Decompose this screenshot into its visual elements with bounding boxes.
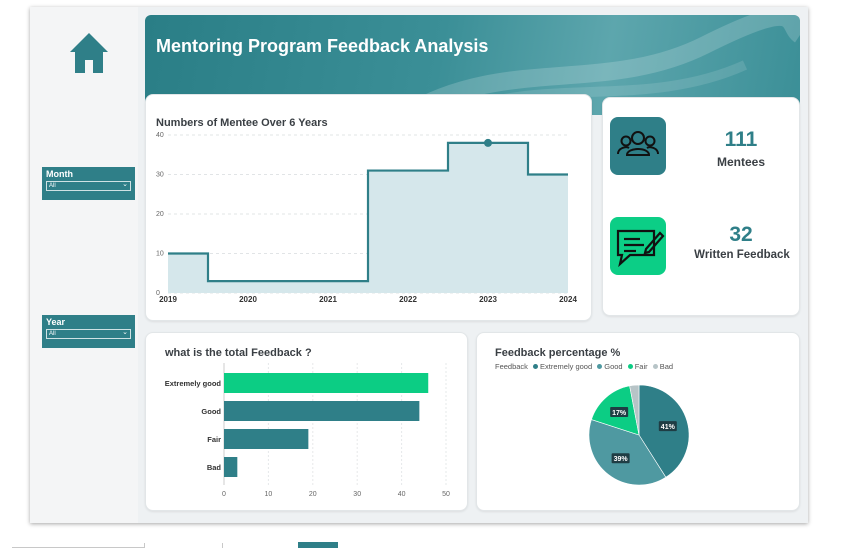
page-tabs-bar [0,540,854,548]
tab-divider [144,543,145,548]
x-tick-label: 2022 [399,295,417,304]
page-title: Mentoring Program Feedback Analysis [156,36,489,56]
month-slicer[interactable]: Month All ⌄ [42,167,135,200]
category-label: Extremely good [165,379,222,388]
y-tick-label: 20 [156,211,164,218]
line-chart: 0102030402019 2020 2021 2022 2023 2024 [156,132,577,304]
year-dropdown[interactable]: All ⌄ [46,329,131,339]
report-canvas: Month All ⌄ Year All ⌄ Mentoring Program… [30,7,808,523]
chevron-down-icon: ⌄ [122,181,128,188]
category-label: Bad [207,463,222,472]
x-tick-label: 50 [442,491,450,498]
bar [224,401,420,421]
tab-divider [222,543,223,548]
x-tick-label: 0 [222,491,226,498]
x-tick-label: 2019 [159,295,177,304]
y-tick-label: 30 [156,172,164,179]
chevron-down-icon: ⌄ [122,329,128,336]
month-slicer-label: Month [46,169,73,179]
people-group-icon [617,131,659,156]
bar [224,457,238,477]
data-point [484,138,492,147]
feedback-pie-chart-card[interactable]: Feedback percentage % Feedback Extremely… [476,332,800,511]
x-tick-label: 2023 [479,295,497,304]
pie-chart: 41% 39% 17% [588,384,690,486]
y-tick-label: 10 [156,251,164,258]
x-tick-label: 2020 [239,295,257,304]
x-tick-label: 2024 [559,295,577,304]
category-label: Fair [207,435,221,444]
year-dropdown-value: All [49,331,56,337]
kpi-card: 111 Mentees 32 Written Feedback [602,97,800,316]
active-page-tab[interactable] [298,542,338,548]
mentees-label: Mentees [716,155,766,169]
data-label: 17% [612,410,627,417]
x-tick-label: 40 [398,491,406,498]
mentee-line-chart-card[interactable]: Numbers of Mentee Over 6 Years 0 10 20 30 40… [145,94,592,321]
x-tick-label: 30 [353,491,361,498]
category-label: Good [201,407,221,416]
x-tick-label: 10 [265,491,273,498]
y-tick-label: 40 [156,132,164,139]
year-slicer-label: Year [46,317,66,327]
home-icon[interactable] [68,31,110,75]
bar [224,373,429,393]
x-tick-label: 2021 [319,295,337,304]
feedback-bar-chart-card[interactable]: what is the total Feedback ? 0 10 20 30 40 50… [145,332,468,511]
kpi-tile-mentees [610,117,666,175]
written-feedback-label: Written Feedback [694,249,790,261]
data-label: 39% [614,456,629,463]
kpi-tile-feedback [610,217,666,275]
written-feedback-count: 32 [729,223,753,246]
bar-chart: 0 10 20 30 40 50 Extremely good Good Fair Bad [165,363,450,498]
feedback-message-icon [616,229,665,268]
bar [224,429,309,449]
month-dropdown[interactable]: All ⌄ [46,181,131,191]
year-slicer[interactable]: Year All ⌄ [42,315,135,348]
mentees-count: 111 [724,128,758,151]
data-label: 41% [661,424,676,431]
x-tick-label: 20 [309,491,317,498]
month-dropdown-value: All [49,183,56,189]
sidebar: Month All ⌄ Year All ⌄ [30,7,138,523]
